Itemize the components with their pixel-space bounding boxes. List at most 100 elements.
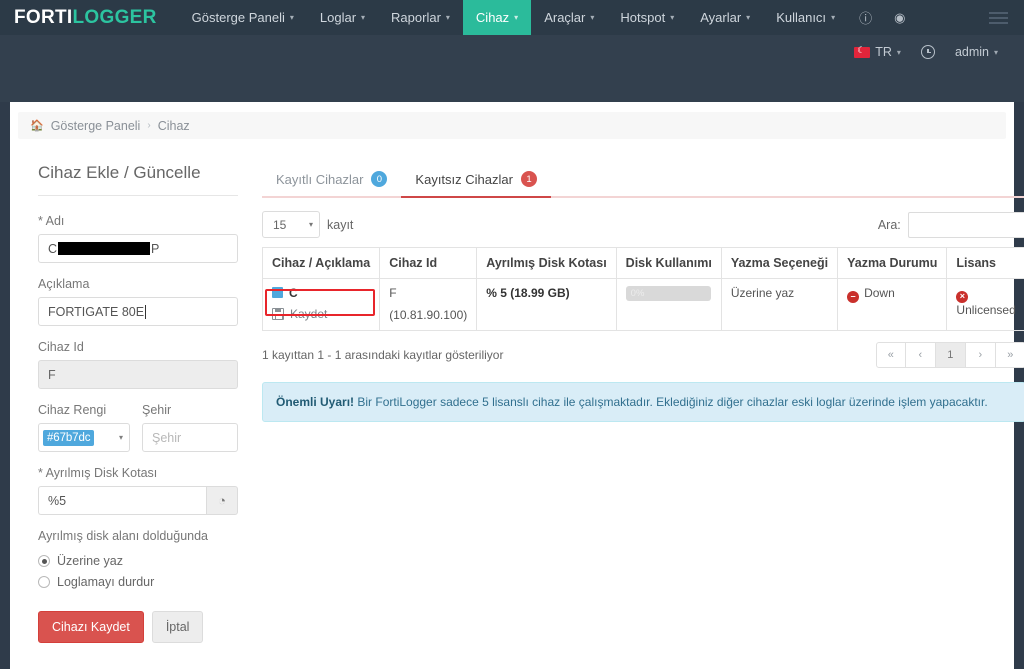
pagination-page-1[interactable]: 1	[935, 342, 966, 368]
status-down-icon: –	[847, 290, 860, 303]
page-length-value: 15	[273, 217, 287, 232]
name-input[interactable]: CP	[38, 234, 238, 263]
nav-item-settings[interactable]: Ayarlar ▾	[687, 0, 763, 35]
save-device-button[interactable]: Cihazı Kaydet	[38, 611, 144, 643]
license-text: Unlicensed	[956, 302, 1016, 317]
app-logo[interactable]: FORTILOGGER	[14, 7, 157, 29]
nav-item-dashboard[interactable]: Gösterge Paneli ▾	[179, 0, 307, 35]
device-form-panel: Cihaz Ekle / Güncelle * Adı CP Açıklama …	[10, 153, 250, 643]
row-save-label: Kaydet	[290, 307, 328, 321]
page-container: 🏠 Gösterge Paneli › Cihaz Cihaz Ekle / G…	[10, 102, 1024, 669]
nav-item-logs[interactable]: Loglar ▾	[307, 0, 378, 35]
device-color-swatch	[272, 287, 283, 298]
chevron-down-icon: ▾	[590, 13, 595, 22]
label-description: Açıklama	[38, 277, 90, 291]
col-write-status[interactable]: Yazma Durumu	[837, 247, 948, 279]
cell-disk-quota: % 5 (18.99 GB)	[476, 278, 617, 331]
nav-item-reports[interactable]: Raporlar ▾	[378, 0, 463, 35]
radio-stop-logging[interactable]: Loglamayı durdur	[38, 575, 238, 589]
nav-label-user: Kullanıcı	[776, 10, 827, 25]
city-input[interactable]: Şehir	[142, 423, 238, 452]
nav-item-user[interactable]: Kullanıcı ▾	[763, 0, 848, 35]
device-name: C	[289, 286, 298, 300]
name-value-suffix: P	[151, 241, 160, 256]
device-id-text: F	[389, 286, 397, 300]
col-license[interactable]: Lisans	[946, 247, 1024, 279]
form-title: Cihaz Ekle / Güncelle	[38, 163, 238, 196]
breadcrumb-current: Cihaz	[157, 118, 190, 133]
form-actions: Cihazı Kaydet İptal	[38, 611, 238, 643]
search-input[interactable]	[907, 211, 1024, 238]
cell-disk-usage: 0%	[615, 278, 722, 331]
device-tabs: Kayıtlı Cihazlar 0 Kayıtsız Cihazlar 1	[262, 163, 1024, 198]
pagination-next[interactable]: ›	[965, 342, 996, 368]
clock-button[interactable]	[913, 41, 943, 63]
col-device-id[interactable]: Cihaz Id	[379, 247, 478, 279]
device-id-input: F	[38, 360, 238, 389]
radio-button-icon	[38, 555, 50, 567]
nav-item-tools[interactable]: Araçlar ▾	[531, 0, 607, 35]
tab-registered-devices[interactable]: Kayıtlı Cihazlar 0	[262, 163, 401, 198]
table-controls: 15 ▾ kayıt Ara:	[262, 211, 1024, 238]
row-save-button[interactable]: Kaydet	[272, 307, 327, 321]
user-menu[interactable]: admin ▾	[947, 41, 1006, 63]
device-color-select[interactable]: #67b7dc ▾	[38, 423, 130, 452]
breadcrumb-home[interactable]: Gösterge Paneli	[51, 119, 141, 133]
label-device-id: Cihaz Id	[38, 340, 84, 354]
pie-chart-icon[interactable]: ◔	[206, 486, 238, 515]
hamburger-bar	[989, 16, 1008, 19]
breadcrumb-separator: ›	[147, 120, 151, 131]
pagination-first[interactable]: «	[875, 342, 906, 368]
nav-label-hotspot: Hotspot	[620, 10, 666, 25]
table-info-text: 1 kayıttan 1 - 1 arasındaki kayıtlar gös…	[262, 348, 504, 362]
label-name: * Adı	[38, 214, 65, 228]
tab-unregistered-label: Kayıtsız Cihazlar	[415, 171, 513, 187]
chevron-down-icon: ▾	[118, 433, 123, 442]
search-group: Ara:	[878, 211, 1024, 238]
redaction-bar	[58, 242, 151, 255]
cell-write-status: – Down	[837, 278, 948, 331]
cancel-button[interactable]: İptal	[151, 611, 204, 643]
alert-strong-text: Önemli Uyarı!	[276, 395, 355, 409]
page-length-select[interactable]: 15 ▾	[262, 211, 320, 238]
hamburger-menu-icon[interactable]	[989, 11, 1008, 24]
logo-text-logger: LOGGER	[72, 6, 157, 28]
hamburger-bar	[989, 21, 1008, 24]
col-device-description[interactable]: Cihaz / Açıklama	[261, 247, 381, 279]
col-write-option[interactable]: Yazma Seçeneği	[720, 247, 839, 279]
nav-label-tools: Araçlar	[544, 10, 586, 25]
chevron-down-icon: ▾	[993, 47, 998, 57]
nav-label-logs: Loglar	[319, 10, 357, 25]
col-disk-usage[interactable]: Disk Kullanımı	[615, 247, 722, 279]
tab-registered-label: Kayıtlı Cihazlar	[276, 171, 364, 187]
logo-text-forti: FORTI	[14, 6, 73, 28]
home-icon: 🏠	[30, 120, 44, 132]
pagination: « ‹ 1 › »	[875, 342, 1024, 368]
license-warning-alert: Önemli Uyarı! Bir FortiLogger sadece 5 l…	[262, 382, 1024, 423]
devices-table: Cihaz / Açıklama Cihaz Id Ayrılmış Disk …	[261, 247, 1024, 331]
disk-usage-progressbar: 0%	[625, 286, 711, 301]
cell-license: ×Unlicensed	[946, 278, 1024, 331]
nav-item-hotspot[interactable]: Hotspot ▾	[607, 0, 687, 35]
disk-quota-input[interactable]: %5	[38, 486, 206, 515]
disk-quota-text: % 5 (18.99 GB)	[486, 286, 570, 300]
color-city-inputs: #67b7dc ▾ Şehir	[38, 423, 238, 452]
description-input[interactable]: FORTIGATE 80E	[38, 297, 238, 326]
tab-unregistered-devices[interactable]: Kayıtsız Cihazlar 1	[401, 163, 551, 198]
field-description: Açıklama FORTIGATE 80E	[38, 277, 238, 326]
info-icon[interactable]: ⓘ	[848, 0, 883, 35]
field-name: * Adı CP	[38, 214, 238, 263]
pagination-last[interactable]: »	[995, 342, 1024, 368]
table-row: C Kaydet F (10.81.90.100) % 5 (18.99 GB)…	[261, 278, 1024, 331]
pagination-prev[interactable]: ‹	[905, 342, 936, 368]
chevron-down-icon: ▾	[670, 13, 675, 22]
col-disk-quota[interactable]: Ayrılmış Disk Kotası	[476, 247, 617, 279]
write-option-text: Üzerine yaz	[730, 286, 795, 300]
nav-item-device[interactable]: Cihaz ▾	[462, 0, 532, 42]
eye-icon[interactable]: ◉	[883, 0, 916, 35]
page-length-group: 15 ▾ kayıt	[262, 211, 353, 238]
language-switcher[interactable]: TR ▾	[846, 41, 909, 63]
radio-overwrite[interactable]: Üzerine yaz	[38, 554, 238, 568]
table-footer: 1 kayıttan 1 - 1 arasındaki kayıtlar gös…	[262, 342, 1024, 368]
radio-stop-logging-label: Loglamayı durdur	[57, 575, 155, 589]
